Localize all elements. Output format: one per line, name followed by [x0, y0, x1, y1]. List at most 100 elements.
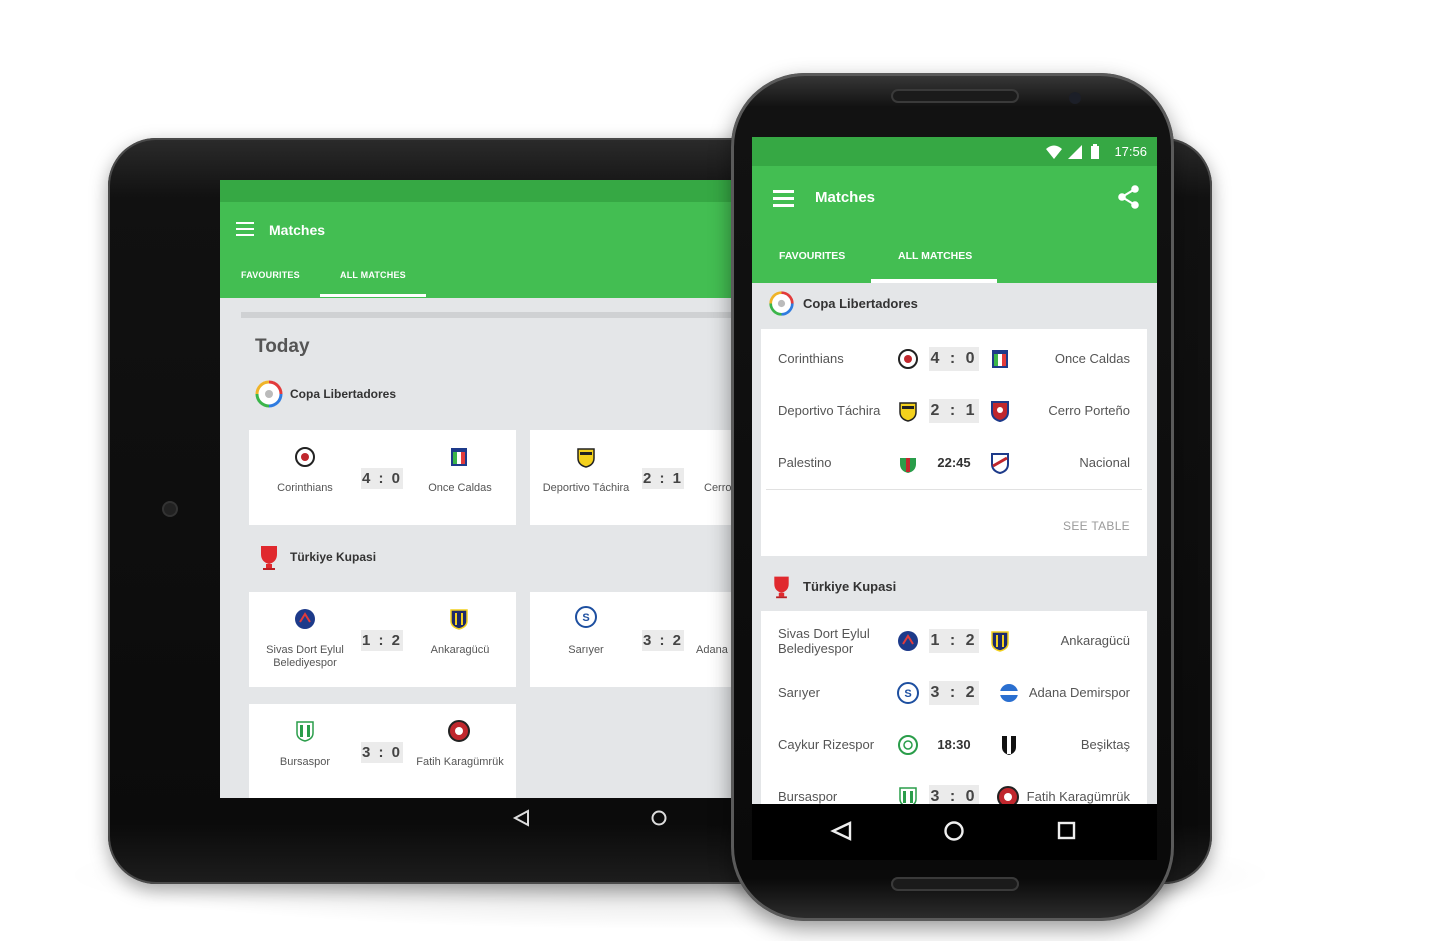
score: 1 : 2 [361, 630, 403, 651]
signal-icon [1068, 145, 1082, 159]
away-team: Adana Demirspor [1028, 685, 1130, 700]
tablet-status-bar [220, 180, 740, 202]
tablet-app-bar: Matches [220, 202, 740, 298]
app-title: Matches [269, 222, 326, 238]
status-time: 17:56 [1114, 144, 1147, 159]
away-team: Once Caldas [428, 482, 492, 494]
phone-status-bar: 17:56 [752, 137, 1157, 166]
share-icon[interactable] [1116, 184, 1142, 210]
match-card[interactable]: Corinthians 4 : 0 Once Caldas [249, 430, 516, 525]
kickoff-time: 18:30 [937, 737, 971, 752]
competition-name: Copa Libertadores [803, 296, 918, 311]
divider [766, 489, 1142, 490]
competition-header[interactable]: Copa Libertadores [768, 290, 918, 317]
match-row[interactable]: Caykur Rizespor 18:30 Beşiktaş [761, 719, 1147, 771]
sivas-crest-icon [898, 631, 918, 651]
besiktas-crest-icon [1002, 736, 1016, 755]
home-team: Corinthians [277, 482, 333, 494]
back-icon[interactable] [830, 821, 852, 841]
away-team: Beşiktaş [1080, 737, 1130, 752]
home-team: Sivas Dort Eylul Belediyespor [266, 644, 344, 669]
score: 3 : 0 [929, 785, 979, 804]
back-icon[interactable] [512, 809, 529, 827]
phone-nav-bar [752, 804, 1157, 860]
corinthians-crest-icon [898, 349, 918, 369]
device-showcase: Matches FAVOURITES ALL MATCHES Today Cop… [0, 0, 1449, 941]
app-title: Matches [815, 189, 876, 206]
sariyer-crest-icon: S [897, 682, 919, 704]
caykur-rizespor-crest-icon [898, 735, 918, 755]
scroll-edge [241, 312, 740, 318]
fatih-karagumruk-crest-icon [997, 786, 1019, 804]
battery-icon [1091, 144, 1099, 159]
fatih-karagumruk-crest-icon [448, 720, 470, 742]
turkiye-kupasi-icon [261, 546, 277, 570]
score: 1 : 2 [929, 629, 979, 653]
score: 4 : 0 [929, 347, 979, 371]
tab-favourites[interactable]: FAVOURITES [779, 250, 845, 262]
tablet-screen: Matches FAVOURITES ALL MATCHES Today Cop… [220, 180, 740, 798]
home-team: Bursaspor [778, 789, 838, 804]
competition-name: Copa Libertadores [290, 387, 397, 401]
menu-icon[interactable] [236, 222, 254, 236]
sariyer-crest-icon: S [575, 606, 597, 628]
home-team: Caykur Rizespor [778, 737, 875, 752]
tablet-camera [164, 503, 176, 515]
ankaragucu-crest-icon [450, 609, 468, 630]
phone-speaker-bottom [891, 877, 1019, 891]
match-row[interactable]: Corinthians 4 : 0 Once Caldas [761, 333, 1147, 385]
match-row[interactable]: Sivas Dort Eylul Belediyespor 1 : 2 Anka… [761, 615, 1147, 667]
palestino-crest-icon [900, 454, 916, 473]
away-team: Cerro Porteño [1048, 403, 1130, 418]
tab-favourites[interactable]: FAVOURITES [241, 270, 300, 280]
tab-indicator [320, 294, 426, 297]
home-team: Corinthians [778, 351, 844, 366]
home-team: Sarıyer [778, 685, 820, 700]
score: 2 : 1 [642, 468, 684, 489]
tab-indicator [871, 279, 997, 283]
competition-header[interactable]: Türkiye Kupasi [768, 573, 896, 600]
home-icon[interactable] [651, 810, 667, 826]
competition-header[interactable]: Türkiye Kupasi [254, 542, 376, 572]
turkiye-kupasi-icon [774, 576, 789, 599]
recents-icon[interactable] [1057, 821, 1076, 840]
match-row[interactable]: Sarıyer S 3 : 2 Adana Demirspor [761, 667, 1147, 719]
phone-speaker-top [891, 89, 1019, 103]
home-team: Deportivo Táchira [542, 482, 630, 494]
match-card[interactable]: S Sarıyer 3 : 2 Adana [530, 592, 740, 687]
match-row[interactable]: Palestino 22:45 Nacional [761, 437, 1147, 489]
away-team: Ankaragücü [1060, 633, 1130, 648]
home-icon[interactable] [944, 821, 964, 841]
match-card[interactable]: Bursaspor 3 : 0 Fatih Karagümrük [249, 704, 516, 798]
score: 3 : 2 [929, 681, 979, 705]
competition-name: Türkiye Kupasi [803, 579, 897, 594]
copa-libertadores-icon [769, 291, 794, 316]
score: 3 : 0 [361, 742, 403, 763]
sivas-crest-icon [295, 609, 315, 629]
match-card[interactable]: Deportivo Táchira 2 : 1 Cerro [530, 430, 740, 525]
once-caldas-crest-icon [451, 448, 467, 466]
tab-all-matches[interactable]: ALL MATCHES [340, 270, 406, 280]
section-title: Today [255, 336, 310, 357]
adana-demirspor-crest-icon [1000, 684, 1018, 702]
match-row[interactable]: Bursaspor 3 : 0 Fatih Karagümrük [761, 771, 1147, 804]
phone-screen: 17:56 Matches FAVOURITES ALL MATCHES Cop… [752, 137, 1157, 804]
competition-header[interactable]: Copa Libertadores [254, 379, 396, 409]
bursaspor-crest-icon [899, 787, 917, 804]
home-team: Bursaspor [279, 756, 331, 768]
cerro-porteno-crest-icon [991, 401, 1009, 422]
wifi-icon [1046, 145, 1062, 159]
ankaragucu-crest-icon [991, 631, 1009, 652]
away-team: Fatih Karagümrük [1026, 789, 1130, 804]
tab-all-matches[interactable]: ALL MATCHES [898, 250, 972, 262]
away-team: Nacional [1079, 455, 1130, 470]
menu-icon[interactable] [773, 190, 794, 207]
match-card[interactable]: Sivas Dort Eylul Belediyespor 1 : 2 Anka… [249, 592, 516, 687]
match-row[interactable]: Deportivo Táchira 2 : 1 Cerro Porteño [761, 385, 1147, 437]
see-table-button[interactable]: SEE TABLE [1063, 519, 1130, 533]
corinthians-crest-icon [295, 447, 315, 467]
svg-text:S: S [582, 612, 589, 624]
deportivo-tachira-crest-icon [577, 448, 595, 468]
home-team: Sarıyer [568, 644, 604, 656]
copa-libertadores-icon [255, 380, 283, 408]
